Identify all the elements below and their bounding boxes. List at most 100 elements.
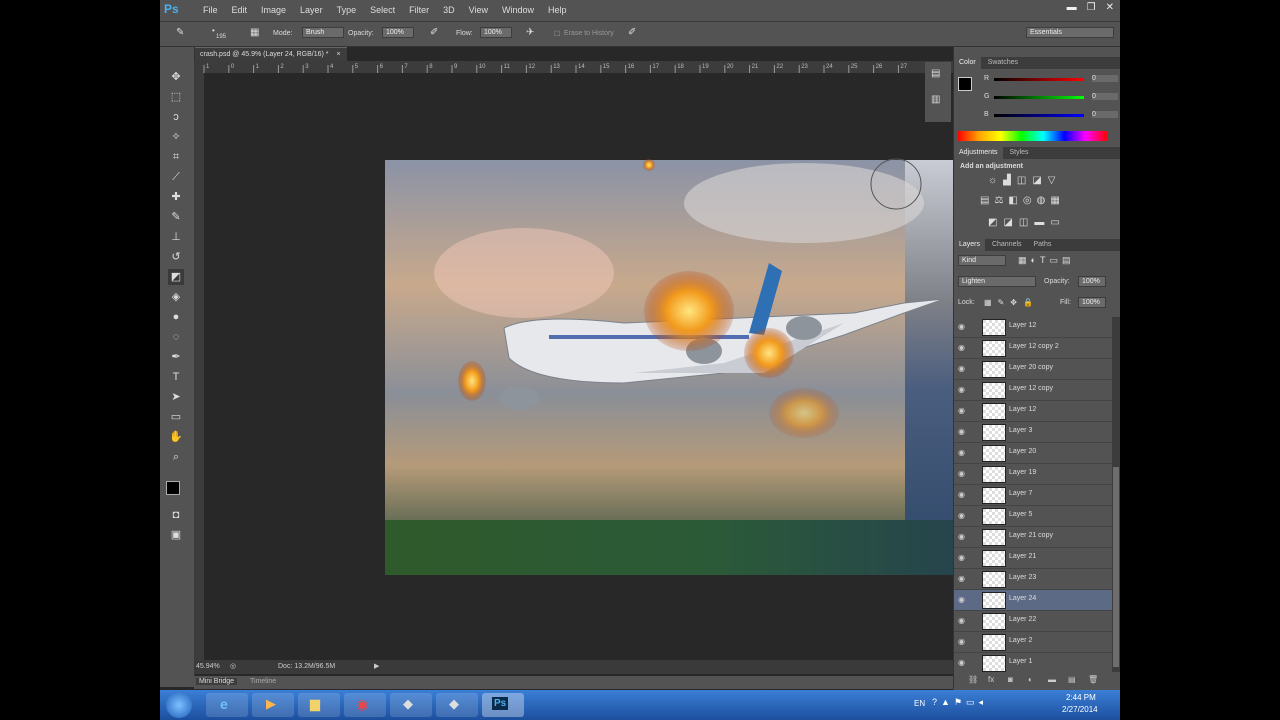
selective-color-icon[interactable]: ▭ [1050, 217, 1065, 228]
layer-name[interactable]: Layer 3 [1009, 427, 1032, 434]
layer-thumbnail[interactable] [982, 529, 1006, 546]
layer-row[interactable]: ◉ Layer 20 copy [954, 359, 1112, 380]
layer-row[interactable]: ◉ Layer 12 [954, 317, 1112, 338]
menu-type[interactable]: Type [330, 0, 364, 21]
flow-input[interactable]: 100% [480, 27, 512, 38]
levels-icon[interactable]: ▟ [1003, 175, 1017, 186]
brush-tool-icon[interactable]: ✎ [168, 209, 184, 225]
layer-name[interactable]: Layer 21 copy [1009, 532, 1053, 539]
red-value[interactable]: 0 [1092, 75, 1118, 82]
new-adjustment-icon[interactable]: ◐ [1028, 675, 1033, 684]
tab-channels[interactable]: Channels [987, 239, 1027, 251]
color-lookup-icon[interactable]: ▦ [1050, 195, 1064, 206]
bw-icon[interactable]: ◧ [1008, 195, 1022, 206]
taskbar-media-player[interactable]: ▶ [252, 693, 294, 717]
filter-pixel-icon[interactable]: ▦ [1018, 255, 1031, 265]
tab-adjustments[interactable]: Adjustments [954, 147, 1003, 159]
visibility-eye-icon[interactable]: ◉ [958, 658, 965, 667]
expand-tray-icon[interactable]: ▲ [941, 697, 954, 707]
menu-window[interactable]: Window [495, 0, 541, 21]
tab-styles[interactable]: Styles [1004, 147, 1033, 159]
volume-tray-icon[interactable]: ◂ [979, 697, 988, 707]
layer-row[interactable]: ◉ Layer 7 [954, 485, 1112, 506]
layer-name[interactable]: Layer 20 copy [1009, 364, 1053, 371]
restore-icon[interactable]: ❐ [1087, 2, 1096, 13]
visibility-eye-icon[interactable]: ◉ [958, 322, 965, 331]
layer-style-icon[interactable]: fx [988, 675, 994, 684]
blur-tool-icon[interactable]: ● [168, 309, 184, 325]
visibility-eye-icon[interactable]: ◉ [958, 595, 965, 604]
document-canvas[interactable] [204, 73, 1069, 660]
layers-scrollbar-thumb[interactable] [1113, 467, 1119, 667]
layer-name[interactable]: Layer 24 [1009, 595, 1036, 602]
visibility-eye-icon[interactable]: ◉ [958, 406, 965, 415]
tab-color[interactable]: Color [954, 57, 981, 69]
path-select-tool-icon[interactable]: ➤ [168, 389, 184, 405]
visibility-eye-icon[interactable]: ◉ [958, 490, 965, 499]
brightness-icon[interactable]: ☼ [988, 175, 1003, 186]
quick-select-tool-icon[interactable]: ✧ [168, 129, 184, 145]
blue-slider[interactable]: B 0 [984, 111, 1119, 125]
monitor-tray-icon[interactable]: ▭ [966, 697, 979, 707]
layer-name[interactable]: Layer 22 [1009, 616, 1036, 623]
invert-icon[interactable]: ◩ [988, 217, 1003, 228]
layer-name[interactable]: Layer 23 [1009, 574, 1036, 581]
visibility-eye-icon[interactable]: ◉ [958, 553, 965, 562]
layer-thumbnail[interactable] [982, 634, 1006, 651]
green-value[interactable]: 0 [1092, 93, 1118, 100]
layer-row[interactable]: ◉ Layer 12 copy [954, 380, 1112, 401]
visibility-eye-icon[interactable]: ◉ [958, 637, 965, 646]
tab-timeline[interactable]: Timeline [250, 678, 276, 685]
flag-tray-icon[interactable]: ⚑ [954, 697, 966, 707]
color-spectrum-ramp[interactable] [958, 131, 1107, 141]
visibility-eye-icon[interactable]: ◉ [958, 385, 965, 394]
taskbar-app-2[interactable]: ◆ [436, 693, 478, 717]
blend-mode-select[interactable]: Lighten [958, 276, 1036, 287]
menu-edit[interactable]: Edit [225, 0, 255, 21]
foreground-color-swatch[interactable] [166, 481, 180, 495]
layer-name[interactable]: Layer 12 [1009, 406, 1036, 413]
link-layers-icon[interactable]: ⛓ [968, 675, 978, 684]
layer-row[interactable]: ◉ Layer 3 [954, 422, 1112, 443]
document-tab[interactable]: crash.psd @ 45.9% (Layer 24, RGB/16) * × [194, 47, 347, 62]
paint-bucket-tool-icon[interactable]: ◈ [168, 289, 184, 305]
layer-thumbnail[interactable] [982, 319, 1006, 336]
color-balance-icon[interactable]: ⚖ [994, 195, 1008, 206]
zoom-level[interactable]: 45.94% [196, 663, 220, 670]
airbrush-icon[interactable]: ✈ [526, 27, 534, 38]
layer-thumbnail[interactable] [982, 340, 1006, 357]
visibility-eye-icon[interactable]: ◉ [958, 448, 965, 457]
visibility-eye-icon[interactable]: ◉ [958, 532, 965, 541]
menu-select[interactable]: Select [363, 0, 402, 21]
shape-tool-icon[interactable]: ▭ [168, 409, 184, 425]
layers-scrollbar[interactable] [1112, 317, 1120, 672]
quick-mask-icon[interactable]: ◘ [168, 507, 184, 523]
tab-layers[interactable]: Layers [954, 239, 986, 251]
filter-smart-icon[interactable]: ▤ [1062, 255, 1075, 265]
menu-layer[interactable]: Layer [293, 0, 330, 21]
layer-name[interactable]: Layer 12 copy 2 [1009, 343, 1059, 350]
zoom-tool-icon[interactable]: ⌕ [168, 449, 184, 465]
status-info-icon[interactable]: ◎ [230, 662, 236, 670]
visibility-eye-icon[interactable]: ◉ [958, 469, 965, 478]
marquee-tool-icon[interactable]: ⬚ [168, 89, 184, 105]
layer-row[interactable]: ◉ Layer 20 [954, 443, 1112, 464]
lasso-tool-icon[interactable]: ↄ [168, 109, 184, 125]
taskbar-explorer[interactable]: ▆ [298, 693, 340, 717]
crop-tool-icon[interactable]: ⌗ [168, 149, 184, 165]
curves-icon[interactable]: ◫ [1017, 175, 1032, 186]
layer-row[interactable]: ◉ Layer 12 copy 2 [954, 338, 1112, 359]
taskbar-ie[interactable]: e [206, 693, 248, 717]
healing-tool-icon[interactable]: ✚ [168, 189, 184, 205]
mode-select[interactable]: Brush [302, 27, 344, 38]
help-tray-icon[interactable]: ? [932, 697, 941, 707]
layer-row[interactable]: ◉ Layer 21 copy [954, 527, 1112, 548]
layer-row[interactable]: ◉ Layer 21 [954, 548, 1112, 569]
tab-close-icon[interactable]: × [336, 51, 340, 58]
layer-name[interactable]: Layer 1 [1009, 658, 1032, 665]
exposure-icon[interactable]: ◪ [1032, 175, 1047, 186]
layer-row[interactable]: ◉ Layer 1 [954, 653, 1112, 672]
menu-filter[interactable]: Filter [402, 0, 436, 21]
layer-name[interactable]: Layer 19 [1009, 469, 1036, 476]
properties-panel-icon[interactable]: ▥ [931, 94, 940, 105]
